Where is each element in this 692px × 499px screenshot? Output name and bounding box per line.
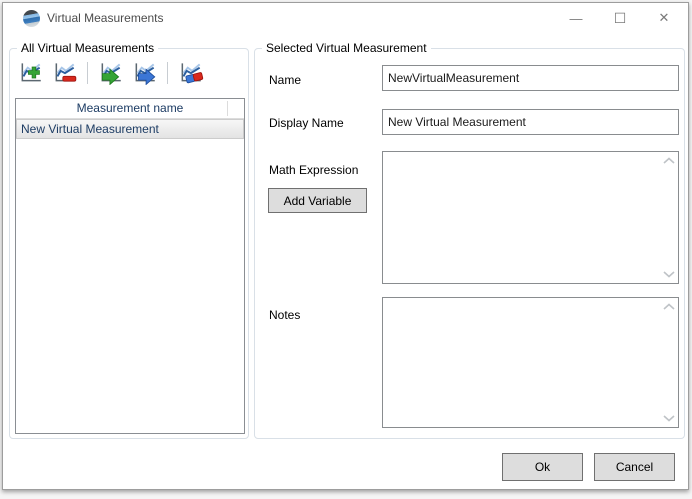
- measurements-toolbar: [15, 58, 206, 88]
- notes-field: [382, 297, 679, 428]
- export-measurement-button[interactable]: [129, 59, 160, 88]
- minimize-button[interactable]: —: [554, 3, 598, 33]
- maximize-button[interactable]: ☐: [598, 3, 642, 33]
- close-button[interactable]: ✕: [642, 3, 686, 33]
- measurements-list[interactable]: Measurement name New Virtual Measurement: [15, 98, 245, 434]
- measurement-name-column-header[interactable]: Measurement name: [16, 99, 244, 119]
- erase-measurements-button[interactable]: [175, 59, 206, 88]
- name-label: Name: [269, 73, 301, 87]
- scroll-up-icon[interactable]: [663, 157, 675, 165]
- window-controls: — ☐ ✕: [554, 3, 686, 33]
- app-logo-icon: [23, 10, 40, 27]
- all-virtual-measurements-title: All Virtual Measurements: [17, 41, 158, 55]
- scroll-down-icon[interactable]: [663, 270, 675, 278]
- math-expression-label: Math Expression: [269, 163, 358, 177]
- math-expression-input[interactable]: [383, 152, 678, 283]
- ok-button[interactable]: Ok: [502, 453, 583, 481]
- notes-label: Notes: [269, 308, 300, 322]
- display-name-input[interactable]: [382, 109, 679, 135]
- add-variable-button[interactable]: Add Variable: [268, 188, 367, 213]
- list-item-new-virtual-measurement[interactable]: New Virtual Measurement: [16, 119, 244, 139]
- chart-export-icon: [131, 59, 159, 88]
- cancel-button[interactable]: Cancel: [594, 453, 675, 481]
- toolbar-separator: [167, 62, 168, 84]
- chart-add-icon: [17, 59, 45, 88]
- window-title: Virtual Measurements: [47, 3, 164, 33]
- display-name-label: Display Name: [269, 116, 344, 130]
- toolbar-separator: [87, 62, 88, 84]
- add-measurement-button[interactable]: [15, 59, 46, 88]
- scroll-up-icon[interactable]: [663, 303, 675, 311]
- chart-import-icon: [97, 59, 125, 88]
- selected-virtual-measurement-title: Selected Virtual Measurement: [262, 41, 431, 55]
- notes-input[interactable]: [383, 298, 678, 427]
- import-measurement-button[interactable]: [95, 59, 126, 88]
- chart-erase-icon: [177, 59, 205, 88]
- chart-remove-icon: [51, 59, 79, 88]
- math-expression-field: [382, 151, 679, 284]
- remove-measurement-button[interactable]: [49, 59, 80, 88]
- title-bar[interactable]: Virtual Measurements — ☐ ✕: [3, 3, 688, 33]
- virtual-measurements-dialog: Virtual Measurements — ☐ ✕ All Virtual M…: [2, 2, 689, 490]
- scroll-down-icon[interactable]: [663, 414, 675, 422]
- name-input[interactable]: [382, 65, 679, 91]
